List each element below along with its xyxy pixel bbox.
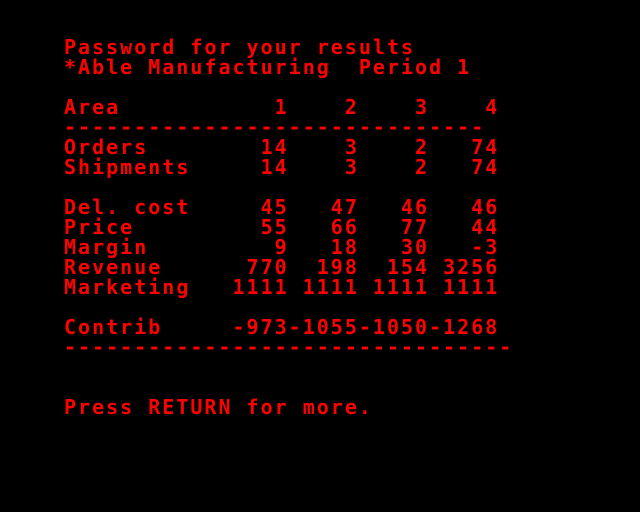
row-margin: Margin 9 18 30 -3	[64, 235, 500, 259]
row-contrib: Contrib -973-1055-1050-1268	[64, 315, 500, 339]
row-orders: Orders 14 3 2 74	[64, 135, 500, 159]
row-del-cost: Del. cost 45 47 46 46	[64, 195, 500, 219]
row-revenue: Revenue 770 198 154 3256	[64, 255, 500, 279]
screen-title: Password for your results	[64, 35, 416, 59]
row-shipments: Shipments 14 3 2 74	[64, 155, 500, 179]
terminal-screen: Password for your results *Able Manufact…	[0, 0, 640, 512]
table-rule-top: ------------------------------	[64, 115, 486, 139]
row-marketing: Marketing 1111 1111 1111 1111	[64, 275, 500, 299]
company-period-line: *Able Manufacturing Period 1	[64, 55, 472, 79]
area-column-header: Area 1 2 3 4	[64, 95, 500, 119]
row-price: Price 55 66 77 44	[64, 215, 500, 239]
table-rule-bottom: --------------------------------	[64, 335, 514, 359]
press-return-prompt[interactable]: Press RETURN for more.	[64, 397, 373, 417]
